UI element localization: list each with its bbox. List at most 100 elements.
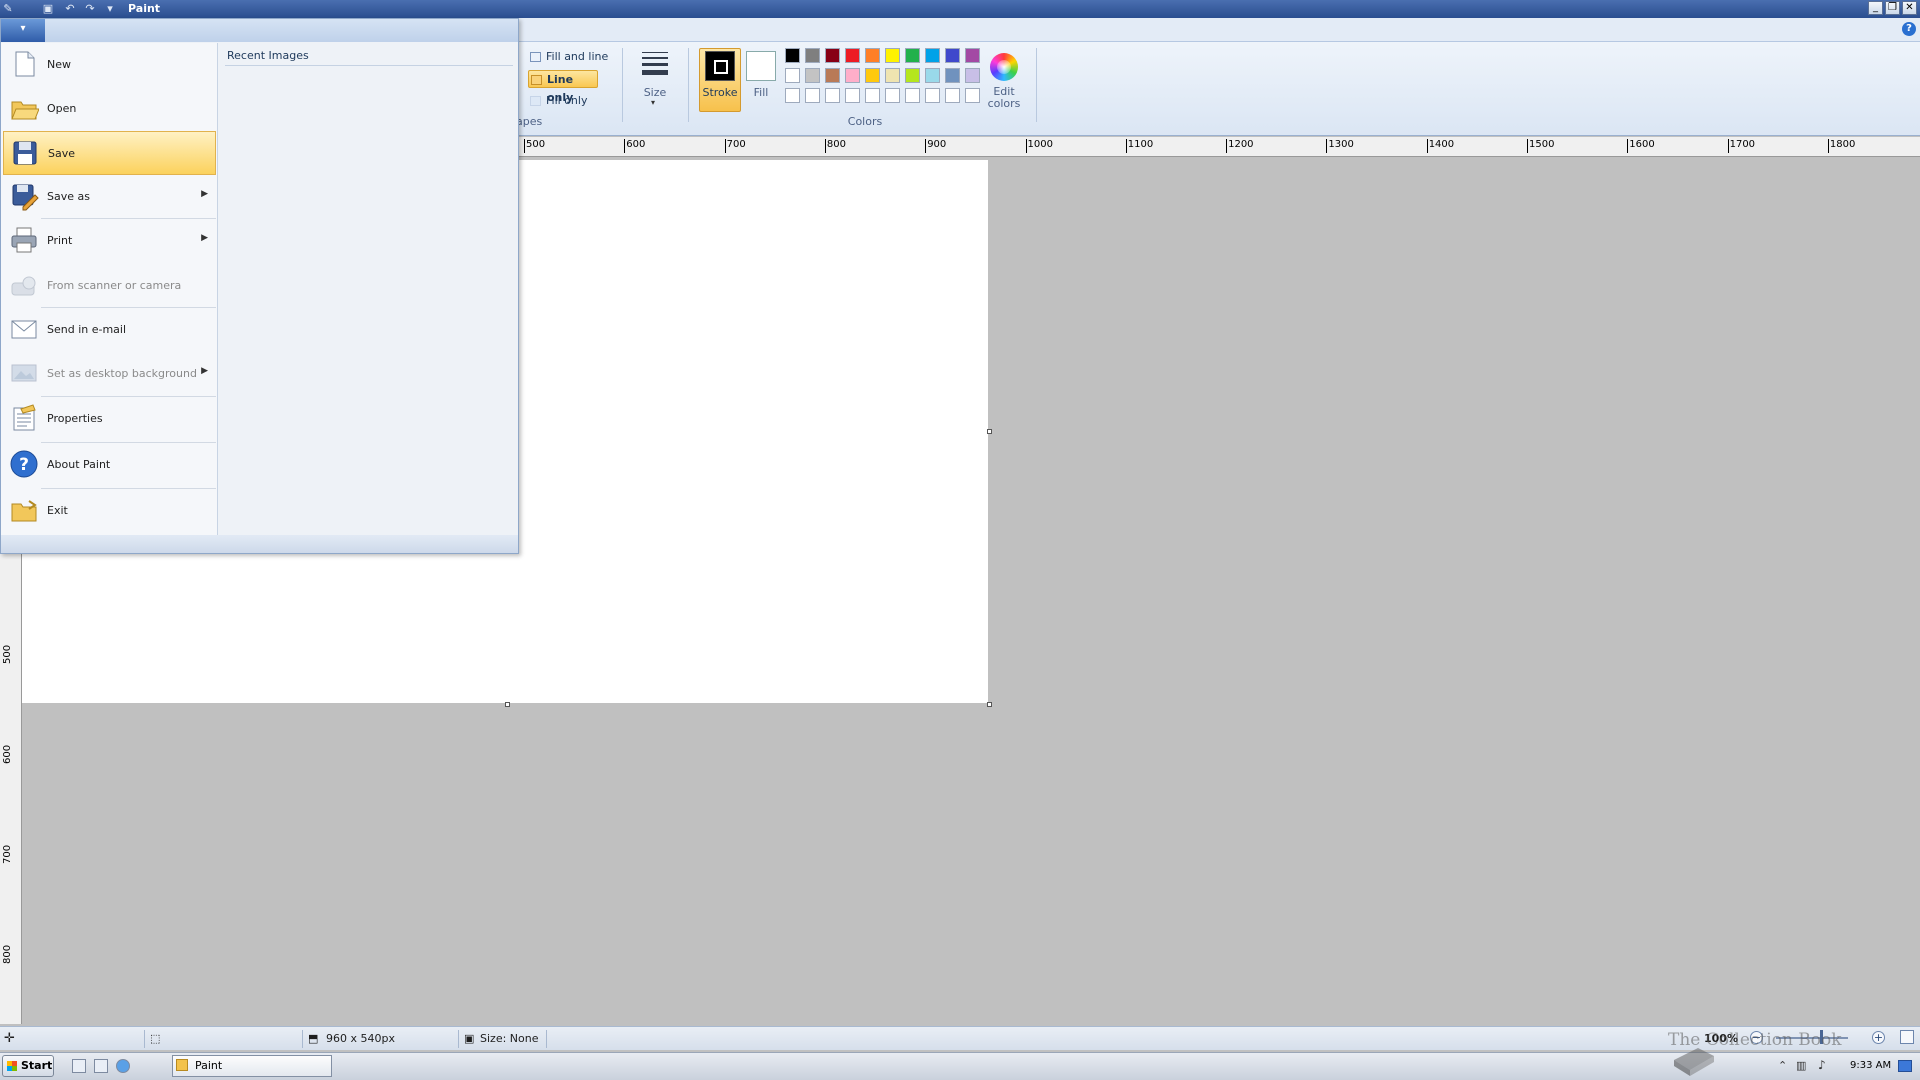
ruler-tick-label: 700 [724, 139, 746, 153]
ruler-tick-label: 500 [523, 139, 546, 153]
palette-swatch[interactable] [865, 48, 880, 63]
ruler-tick-label: 600 [2, 744, 13, 764]
palette-swatch[interactable] [785, 68, 800, 83]
ruler-tick-label: 800 [824, 139, 846, 153]
show-desktop-tray-icon[interactable] [1898, 1060, 1912, 1072]
palette-swatch[interactable] [865, 88, 880, 103]
palette-swatch[interactable] [945, 48, 960, 63]
resize-handle-right[interactable] [987, 429, 992, 434]
palette-swatch[interactable] [785, 48, 800, 63]
tray-arrow-icon[interactable]: ⌃ [1778, 1059, 1787, 1072]
fit-to-window-icon[interactable] [1900, 1030, 1914, 1044]
palette-swatch[interactable] [945, 88, 960, 103]
file-menu-commands: New Open Save Save as ▶ Print ▶ From scanner or… [1, 43, 218, 535]
restore-button[interactable]: ❐ [1885, 1, 1900, 15]
fill-only-option[interactable]: Fill only [528, 92, 587, 110]
palette-swatch[interactable] [785, 88, 800, 103]
ruler-tick-label: 600 [624, 139, 646, 153]
colors-group-label: Colors [847, 115, 883, 128]
volume-icon[interactable]: ♪ [1818, 1058, 1826, 1072]
status-divider [144, 1030, 145, 1048]
ruler-tick-label: 1100 [1125, 139, 1154, 153]
fill-color-swatch[interactable] [746, 51, 776, 81]
watermark-text: The Collection Book [1668, 1030, 1842, 1050]
size-dropdown-icon[interactable]: ▾ [651, 98, 655, 107]
close-button[interactable]: ✕ [1902, 1, 1917, 15]
file-menu-item[interactable]: Properties [3, 397, 216, 441]
network-icon[interactable]: ▥ [1796, 1059, 1806, 1072]
palette-swatch[interactable] [885, 48, 900, 63]
palette-swatch[interactable] [965, 88, 980, 103]
palette-swatch[interactable] [805, 68, 820, 83]
file-menu-item[interactable]: Print ▶ [3, 219, 216, 263]
file-menu-item[interactable]: Exit [3, 489, 216, 533]
palette-swatch[interactable] [905, 48, 920, 63]
horizontal-ruler: 500 600 700 800 900 1000 1100 1200 1300 1400 1500 1… [516, 137, 1920, 157]
explorer-icon[interactable] [94, 1059, 108, 1073]
file-menu-separator [41, 488, 216, 489]
ribbon-separator [622, 48, 623, 122]
ruler-tick-label: 1700 [1727, 139, 1756, 153]
palette-swatch[interactable] [925, 68, 940, 83]
properties-icon [9, 403, 39, 433]
line-only-option[interactable]: Line only [528, 70, 598, 104]
palette-swatch[interactable] [965, 48, 980, 63]
canvas-size-icon: ⬒ [308, 1032, 319, 1045]
quick-save-icon[interactable]: ▣ [42, 3, 54, 15]
undo-icon[interactable]: ↶ [64, 3, 76, 15]
file-menu-item[interactable]: Open [3, 87, 216, 131]
file-menu-item-label: About Paint [47, 458, 111, 471]
file-menu-footer [1, 535, 518, 553]
file-menu-item[interactable]: Save [3, 131, 216, 175]
file-menu-item[interactable]: Save as ▶ [3, 175, 216, 219]
canvas-dimensions: 960 x 540px [326, 1032, 395, 1045]
palette-swatch[interactable] [845, 48, 860, 63]
resize-handle-corner[interactable] [987, 702, 992, 707]
palette-swatch[interactable] [905, 68, 920, 83]
redo-icon[interactable]: ↷ [84, 3, 96, 15]
palette-swatch[interactable] [825, 48, 840, 63]
edit-colors-label[interactable]: Edit colors [980, 86, 1028, 110]
customize-qat-icon[interactable]: ▾ [104, 3, 116, 15]
palette-swatch[interactable] [885, 88, 900, 103]
svg-text:?: ? [19, 455, 29, 475]
file-menu-separator [41, 396, 216, 397]
zoom-in-button[interactable]: + [1872, 1031, 1885, 1044]
palette-swatch[interactable] [885, 68, 900, 83]
palette-swatch[interactable] [925, 48, 940, 63]
palette-swatch[interactable] [905, 88, 920, 103]
palette-swatch[interactable] [825, 88, 840, 103]
submenu-arrow-icon: ▶ [201, 366, 208, 376]
palette-swatch[interactable] [845, 88, 860, 103]
palette-swatch[interactable] [825, 68, 840, 83]
size-icon[interactable] [642, 52, 668, 78]
desktop-background-icon [9, 358, 39, 388]
palette-swatch[interactable] [945, 68, 960, 83]
edit-colors-icon[interactable] [990, 53, 1018, 81]
help-icon[interactable]: ? [1902, 22, 1916, 36]
palette-swatch[interactable] [805, 48, 820, 63]
stroke-color-swatch[interactable] [705, 51, 735, 81]
palette-swatch[interactable] [805, 88, 820, 103]
palette-swatch[interactable] [925, 88, 940, 103]
status-divider [546, 1030, 547, 1048]
file-menu-button[interactable]: ▾ [1, 19, 45, 42]
taskbar-paint-button[interactable]: Paint [172, 1055, 332, 1077]
palette-swatch[interactable] [865, 68, 880, 83]
internet-explorer-icon[interactable] [116, 1059, 130, 1073]
minimize-button[interactable]: _ [1868, 1, 1883, 15]
fill-and-line-option[interactable]: Fill and line [528, 48, 608, 66]
status-divider [302, 1030, 303, 1048]
file-size: Size: None [480, 1032, 539, 1045]
taskbar-clock[interactable]: 9:33 AM [1850, 1055, 1891, 1077]
palette-swatch[interactable] [965, 68, 980, 83]
file-menu-item[interactable]: New [3, 43, 216, 87]
file-menu-item[interactable]: Send in e-mail [3, 308, 216, 352]
show-desktop-icon[interactable] [72, 1059, 86, 1073]
resize-handle-bottom[interactable] [505, 702, 510, 707]
palette-swatch[interactable] [845, 68, 860, 83]
scanner-icon [9, 270, 39, 300]
start-button[interactable]: Start [2, 1055, 54, 1077]
file-menu-item[interactable]: ? About Paint [3, 443, 216, 487]
paint-app-icon[interactable]: ✎ [2, 3, 14, 15]
